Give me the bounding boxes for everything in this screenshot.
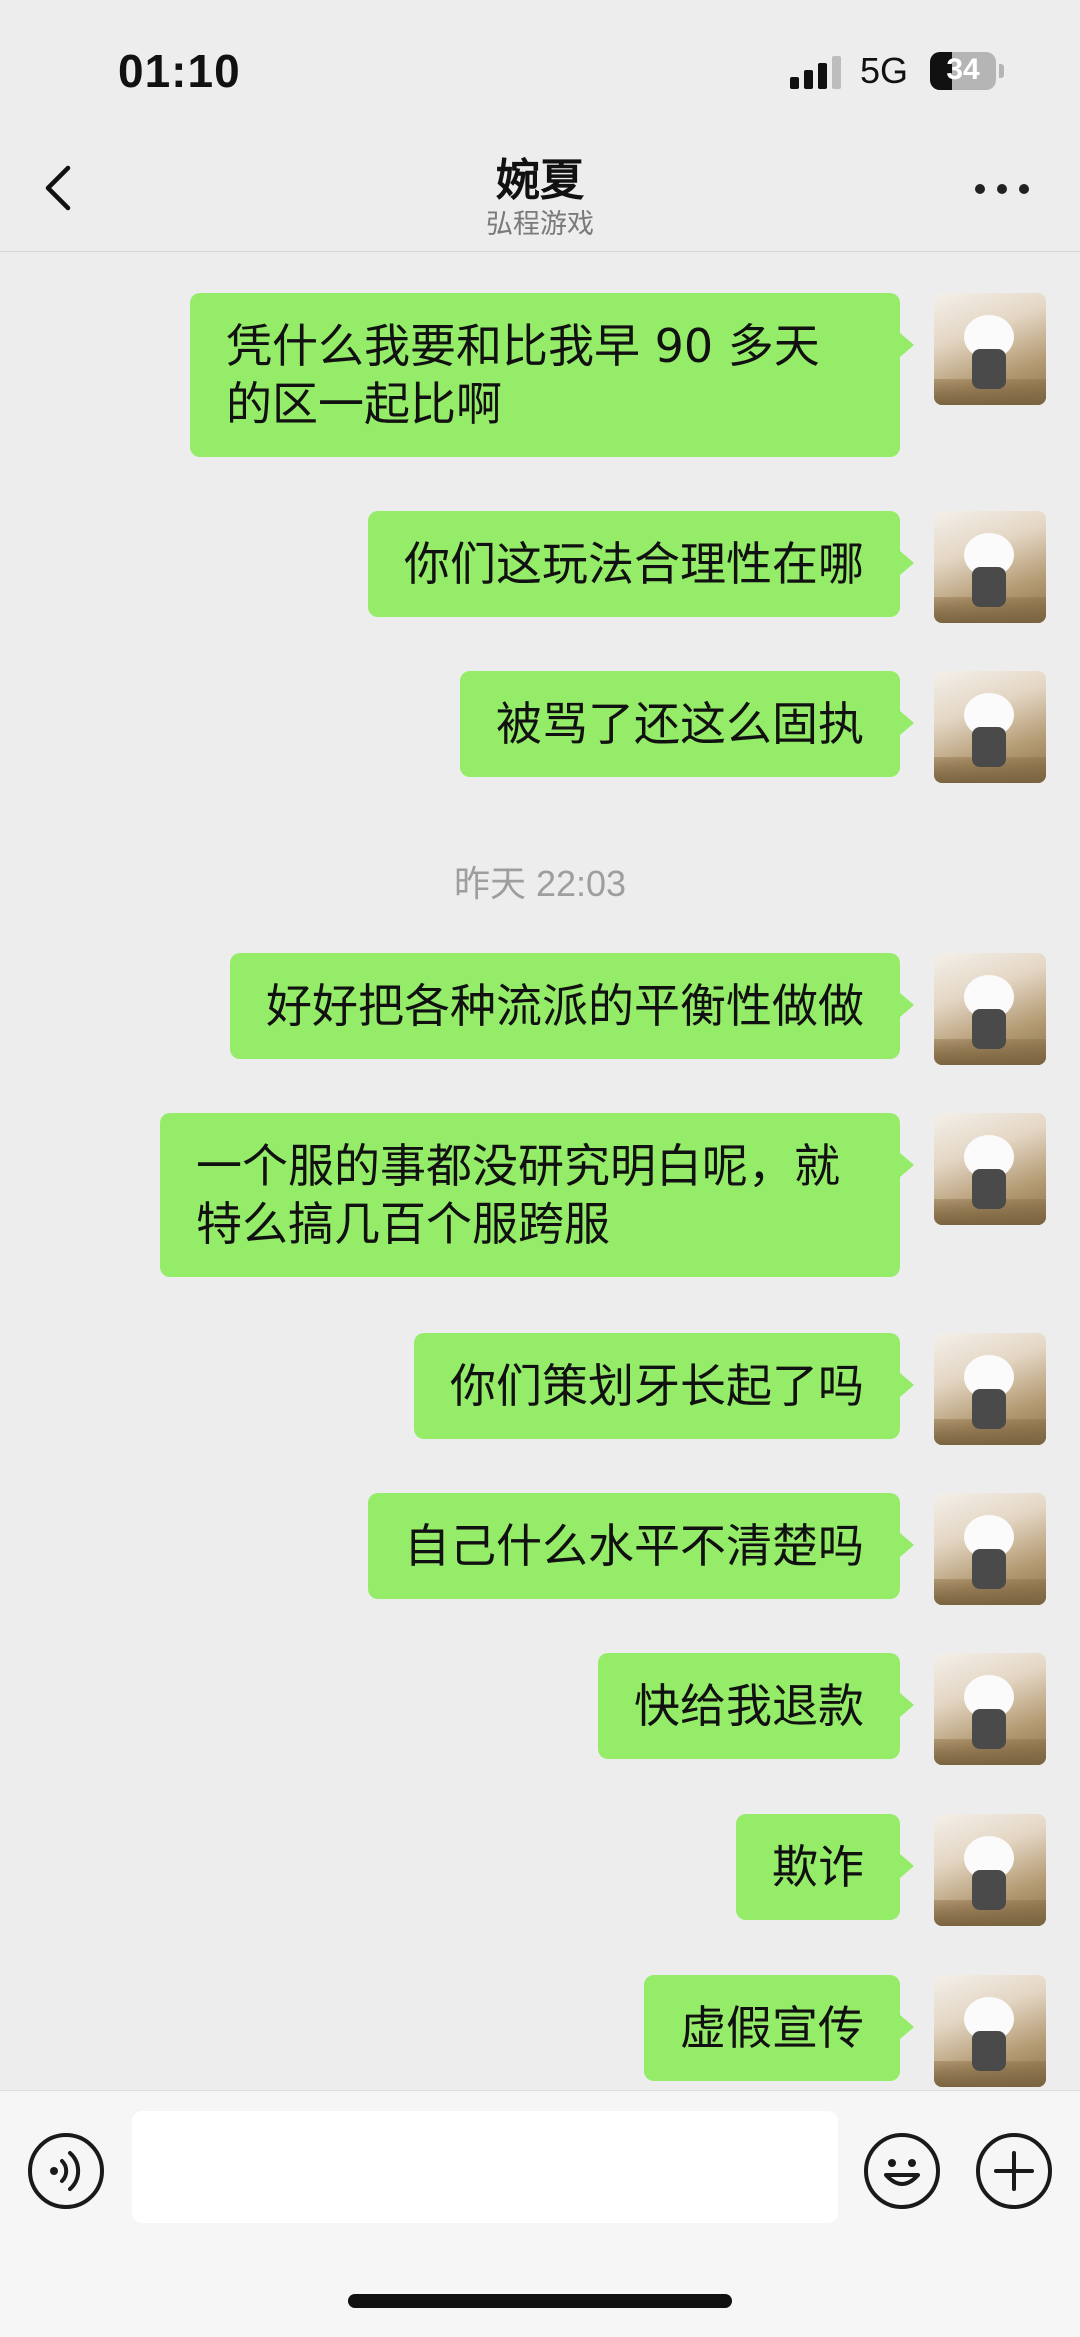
- avatar[interactable]: [934, 1113, 1046, 1225]
- message-bubble[interactable]: 快给我退款: [598, 1653, 914, 1759]
- message-bubble[interactable]: 好好把各种流派的平衡性做做: [230, 953, 914, 1059]
- avatar[interactable]: [934, 671, 1046, 783]
- home-indicator[interactable]: [348, 2294, 732, 2308]
- plus-icon: [994, 2151, 1034, 2191]
- message-bubble[interactable]: 欺诈: [736, 1814, 914, 1920]
- emoji-button[interactable]: [864, 2133, 940, 2209]
- chat-title: 婉夏: [496, 155, 584, 206]
- avatar[interactable]: [934, 1653, 1046, 1765]
- message-bubble[interactable]: 凭什么我要和比我早 90 多天的区一起比啊: [190, 293, 914, 457]
- battery-cap: [999, 64, 1004, 78]
- chat-header: 婉夏 弘程游戏: [0, 130, 1080, 252]
- timestamp: 昨天 22:03: [453, 863, 627, 904]
- voice-button[interactable]: [28, 2133, 104, 2209]
- status-bar: 01:10 5G 34: [0, 0, 1080, 130]
- battery-icon: 34: [930, 52, 996, 90]
- plus-button[interactable]: [976, 2133, 1052, 2209]
- message-list[interactable]: 凭什么我要和比我早 90 多天的区一起比啊 你们这玩法合理性在哪 被骂了还这么固…: [0, 253, 1080, 2090]
- emoji-icon: [884, 2159, 920, 2186]
- message-bubble[interactable]: 虚假宣传: [644, 1975, 914, 2081]
- avatar[interactable]: [934, 953, 1046, 1065]
- voice-icon: [50, 2151, 81, 2191]
- avatar[interactable]: [934, 1975, 1046, 2087]
- message-bubble[interactable]: 你们这玩法合理性在哪: [368, 511, 914, 617]
- message-bubble[interactable]: 自己什么水平不清楚吗: [368, 1493, 914, 1599]
- message-bubble[interactable]: 你们策划牙长起了吗: [414, 1333, 914, 1439]
- chat-subtitle: 弘程游戏: [486, 209, 594, 240]
- ellipsis-icon: [975, 184, 985, 194]
- status-time: 01:10: [118, 45, 241, 97]
- message-bubble[interactable]: 一个服的事都没研究明白呢，就特么搞几百个服跨服: [160, 1113, 914, 1277]
- avatar[interactable]: [934, 511, 1046, 623]
- avatar[interactable]: [934, 1493, 1046, 1605]
- message-input[interactable]: [132, 2111, 838, 2223]
- avatar[interactable]: [934, 1333, 1046, 1445]
- avatar[interactable]: [934, 1814, 1046, 1926]
- network-label: 5G: [860, 50, 909, 91]
- more-button[interactable]: [970, 170, 1034, 206]
- battery-percent: 34: [946, 53, 980, 86]
- signal-icon: [790, 55, 846, 89]
- avatar[interactable]: [934, 293, 1046, 405]
- message-bubble[interactable]: 被骂了还这么固执: [460, 671, 914, 777]
